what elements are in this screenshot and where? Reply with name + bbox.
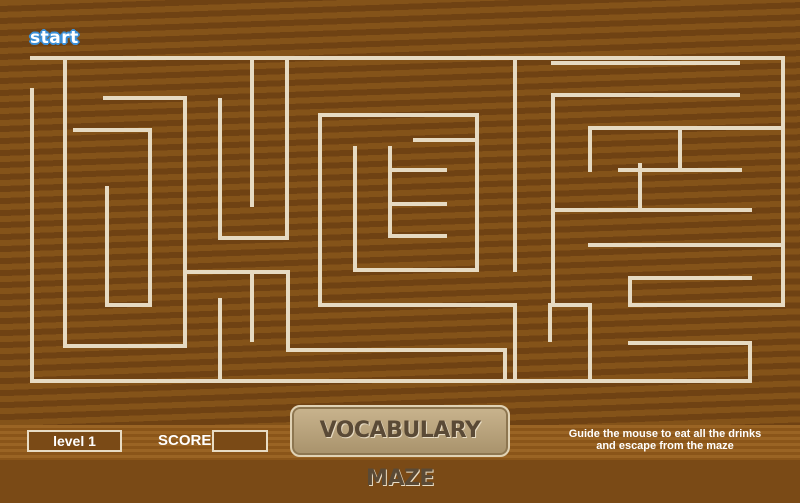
maze-wall xyxy=(73,128,152,307)
level-indicator: level 1 xyxy=(27,430,122,452)
game-title: VOCABULARY MAZE xyxy=(319,418,481,491)
maze-wall xyxy=(628,341,752,383)
maze-wall xyxy=(388,146,447,238)
maze-walls xyxy=(30,56,785,383)
score-value xyxy=(212,430,268,452)
maze-wall xyxy=(628,276,785,307)
maze-wall xyxy=(318,113,479,307)
maze-wall xyxy=(318,303,517,383)
instructions-line-2: and escape from the maze xyxy=(596,440,734,452)
instructions-text: Guide the mouse to eat all the drinks an… xyxy=(545,428,785,452)
maze-wall xyxy=(183,270,507,383)
maze-game-area: start xyxy=(0,0,800,425)
maze-wall xyxy=(551,93,592,383)
game-title-badge: VOCABULARY MAZE xyxy=(290,405,510,491)
score-label: SCORE xyxy=(158,432,212,449)
maze-wall xyxy=(63,56,187,348)
start-label: start xyxy=(30,28,79,48)
instructions-line-1: Guide the mouse to eat all the drinks xyxy=(568,428,762,440)
